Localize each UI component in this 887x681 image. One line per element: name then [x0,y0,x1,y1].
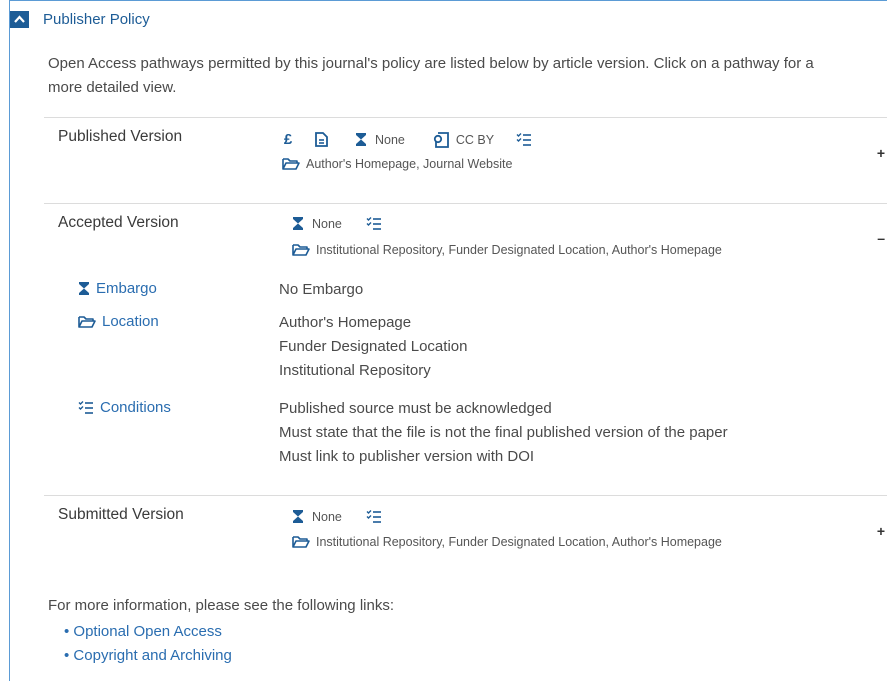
license-icon [433,131,450,148]
location-values: Author's Homepage Funder Designated Loca… [279,311,467,383]
published-version-name[interactable]: Published Version [58,128,182,146]
published-pathway-summary[interactable]: £ None CC BY [281,131,532,148]
folder-icon [292,243,310,257]
expand-submitted-button[interactable]: + [877,523,885,539]
collapse-toggle-button[interactable] [10,10,29,28]
hourglass-icon [292,216,304,231]
submitted-version-name[interactable]: Submitted Version [58,506,184,524]
embargo-value: No Embargo [279,281,364,298]
accepted-locations: Institutional Repository, Funder Designa… [292,243,722,257]
conditions-label: Conditions [78,399,171,416]
accepted-embargo: None [312,216,342,231]
divider [44,203,887,204]
condition-item: Must state that the file is not the fina… [279,424,728,441]
divider [44,495,887,496]
checklist-icon [78,400,94,415]
accepted-pathway-summary[interactable]: None [292,216,382,231]
condition-item: Published source must be acknowledged [279,400,552,417]
more-info-text: For more information, please see the fol… [48,597,394,614]
published-license: CC BY [455,132,495,147]
location-label: Location [78,313,159,330]
link-copyright-archiving[interactable]: • Copyright and Archiving [64,644,232,668]
embargo-label: Embargo [78,280,157,297]
panel-title: Publisher Policy [43,10,150,28]
document-icon [315,132,328,147]
hourglass-icon [78,281,90,296]
published-locations-text: Author's Homepage, Journal Website [306,157,513,171]
conditions-label-text: Conditions [100,399,171,416]
checklist-icon [516,132,532,147]
location-item: Institutional Repository [279,362,431,379]
condition-item: Must link to publisher version with DOI [279,448,535,465]
submitted-locations-text: Institutional Repository, Funder Designa… [316,535,722,549]
divider [44,117,887,118]
submitted-locations: Institutional Repository, Funder Designa… [292,535,722,549]
published-locations: Author's Homepage, Journal Website [282,157,512,171]
chevron-up-icon [14,15,25,23]
hourglass-icon [355,132,367,147]
link-label[interactable]: Optional Open Access [73,623,221,640]
hourglass-icon [292,509,304,524]
pound-icon: £ [283,131,293,148]
expand-published-button[interactable]: + [877,145,885,161]
conditions-values: Published source must be acknowledged Mu… [279,397,728,469]
link-label[interactable]: Copyright and Archiving [73,647,231,664]
location-item: Funder Designated Location [279,338,468,355]
more-info-links: • Optional Open Access • Copyright and A… [64,620,232,668]
intro-line-2: more detailed view. [48,79,177,96]
published-embargo: None [375,132,405,147]
submitted-embargo: None [312,509,342,524]
folder-icon [78,315,96,329]
link-optional-open-access[interactable]: • Optional Open Access [64,620,232,644]
accepted-version-name[interactable]: Accepted Version [58,214,179,232]
intro-text: Open Access pathways permitted by this j… [48,52,887,100]
submitted-pathway-summary[interactable]: None [292,509,382,524]
folder-icon [282,157,300,171]
intro-line-1: Open Access pathways permitted by this j… [48,55,814,72]
checklist-icon [366,216,382,231]
folder-icon [292,535,310,549]
checklist-icon [366,509,382,524]
panel-header: Publisher Policy [10,8,150,30]
embargo-label-text: Embargo [96,280,157,297]
collapse-accepted-button[interactable]: – [877,230,885,246]
location-label-text: Location [102,313,159,330]
accepted-locations-text: Institutional Repository, Funder Designa… [316,243,722,257]
location-item: Author's Homepage [279,314,412,331]
